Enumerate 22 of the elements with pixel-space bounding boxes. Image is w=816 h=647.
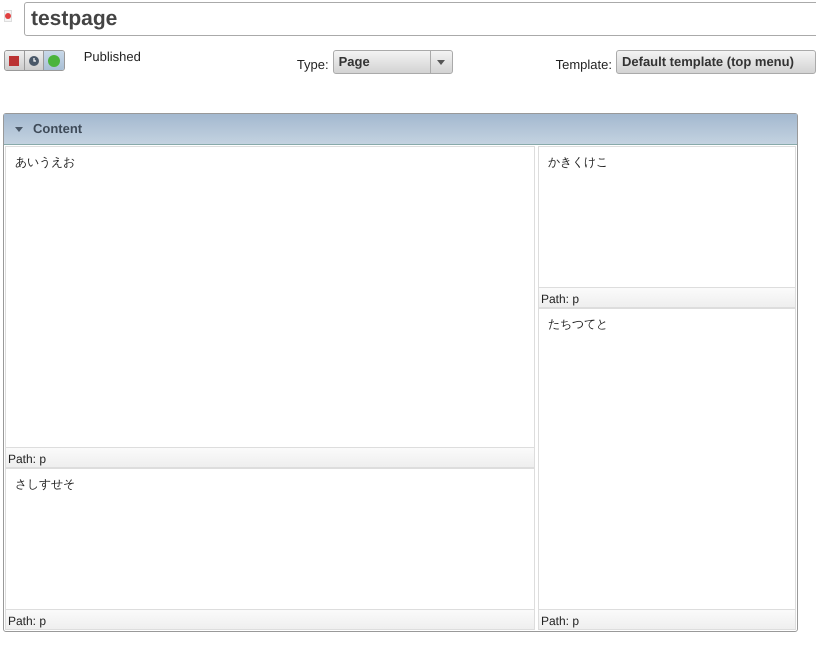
dot-icon bbox=[48, 54, 60, 66]
type-select[interactable]: Page bbox=[332, 50, 453, 74]
stop-button[interactable] bbox=[5, 51, 25, 70]
section-header[interactable]: Content bbox=[4, 114, 797, 145]
editor-area[interactable]: かきくけこ bbox=[539, 147, 795, 287]
editor-area[interactable]: さしすせそ bbox=[6, 469, 534, 609]
caret-icon bbox=[437, 60, 446, 64]
status-text: Published bbox=[84, 50, 141, 64]
stop-icon bbox=[9, 56, 20, 66]
template-select[interactable]: Default template (top menu) bbox=[616, 50, 816, 74]
status-flag-icon[interactable] bbox=[4, 10, 12, 22]
path-bar: Path: p bbox=[539, 287, 795, 307]
editor-area[interactable]: たちつてと bbox=[539, 309, 795, 609]
type-label: Type: bbox=[296, 56, 329, 74]
clock-button[interactable] bbox=[24, 51, 44, 70]
editor-area[interactable]: あいうえお bbox=[6, 147, 534, 447]
clock-icon bbox=[28, 56, 39, 66]
template-label: Template: bbox=[556, 56, 612, 74]
path-bar: Path: p bbox=[6, 447, 534, 467]
title-field[interactable]: testpage bbox=[24, 2, 816, 36]
path-bar: Path: p bbox=[539, 609, 795, 629]
path-bar: Path: p bbox=[6, 609, 534, 629]
